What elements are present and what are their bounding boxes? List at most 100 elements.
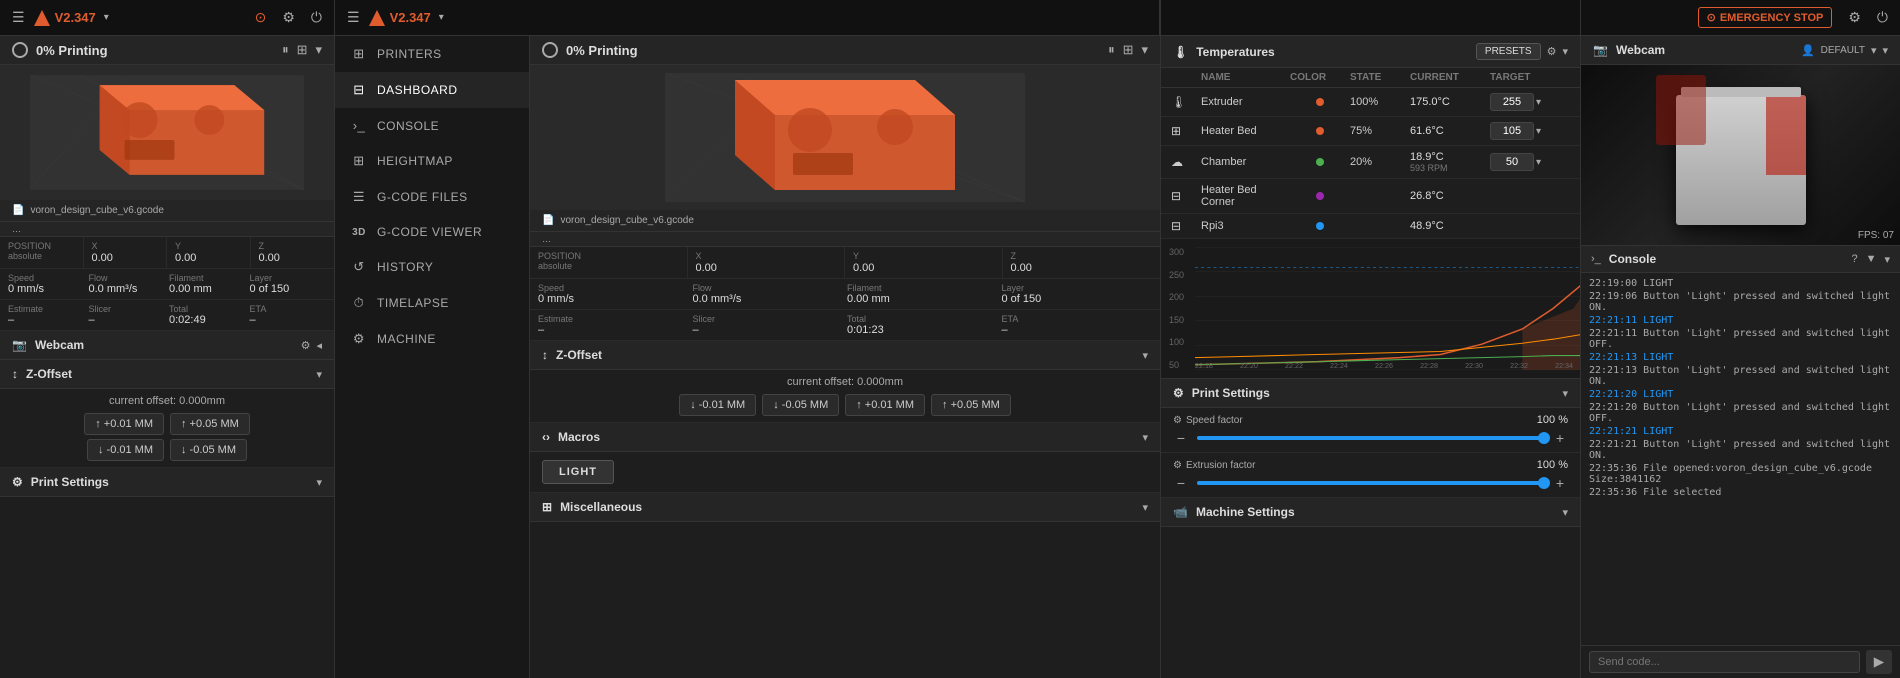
sidebar-item-heightmap[interactable]: ⊞ HEIGHTMAP (335, 143, 529, 179)
settings-icon-right[interactable]: ⚙ (1848, 9, 1861, 26)
extrusion-factor-icon: ⚙ (1173, 460, 1182, 471)
center-zoffset-plus-005[interactable]: ↑ +0.05 MM (931, 394, 1011, 416)
sidebar-item-timelapse[interactable]: ⏱ TIMELAPSE (335, 285, 529, 321)
sidebar-item-history[interactable]: ↺ HISTORY (335, 249, 529, 285)
print-settings-2-chevron[interactable]: ▾ (1562, 387, 1568, 400)
emergency-stop-button[interactable]: ⊙ EMERGENCY STOP (1698, 7, 1833, 28)
printers-icon: ⊞ (351, 46, 367, 62)
sidebar-item-gcode-files[interactable]: ☰ G-CODE FILES (335, 179, 529, 215)
console-filter-icon[interactable]: ▼ (1866, 253, 1877, 265)
macros-chevron[interactable]: ▾ (1142, 431, 1148, 444)
zoffset-plus-005[interactable]: ↑ +0.05 MM (170, 413, 250, 435)
settings-icon[interactable]: ⚙ (282, 9, 295, 26)
sidebar-item-console[interactable]: ›_ CONSOLE (335, 108, 529, 143)
center-metrics: Speed 0 mm/s Flow 0.0 mm³/s Filament 0.0… (530, 279, 1160, 310)
position-grid: Position absolute X 0.00 Y 0.00 Z 0.00 (0, 237, 334, 269)
version-chevron-2[interactable]: ▾ (439, 12, 444, 23)
zoffset-minus-005[interactable]: ↓ -0.05 MM (170, 439, 247, 461)
version-chevron[interactable]: ▾ (104, 12, 109, 23)
webcam-header-chevron[interactable]: ▾ (1882, 44, 1888, 57)
temps-settings-icon[interactable]: ⚙ (1547, 45, 1557, 58)
zoffset-chevron[interactable]: ▾ (316, 368, 322, 381)
console-log-line: 22:19:00 LIGHT (1589, 277, 1892, 290)
misc-header[interactable]: ⊞ Miscellaneous ▾ (530, 493, 1160, 522)
speed-factor-track[interactable] (1197, 436, 1544, 440)
console-input[interactable] (1589, 651, 1860, 673)
warning-icon: ⊙ (255, 9, 267, 26)
center-zoffset-minus-005[interactable]: ↓ -0.05 MM (762, 394, 839, 416)
macros-header[interactable]: ‹› Macros ▾ (530, 423, 1160, 452)
print-settings-header[interactable]: ⚙ Print Settings ▾ (0, 468, 334, 497)
center-zoffset-plus-001[interactable]: ↑ +0.01 MM (845, 394, 925, 416)
center-status-circle (542, 42, 558, 58)
zoffset-minus-001[interactable]: ↓ -0.01 MM (87, 439, 164, 461)
svg-text:22:20: 22:20 (1240, 362, 1258, 370)
webcam-collapse-icon[interactable]: ◂ (316, 339, 322, 352)
extrusion-factor-row: ⚙ Extrusion factor 100 % − + (1161, 453, 1580, 498)
zoffset-section-header[interactable]: ↕ Z-Offset ▾ (0, 360, 334, 389)
sidebar-toggle[interactable]: ☰ (347, 9, 360, 26)
presets-button[interactable]: PRESETS (1476, 43, 1541, 60)
webcam-header[interactable]: 📷 Webcam 👤 DEFAULT ▾ ▾ (1581, 36, 1900, 65)
power-icon[interactable]: ⏻ (311, 9, 322, 26)
temps-section-header[interactable]: 🌡 Temperatures PRESETS ⚙ ▾ (1161, 36, 1580, 68)
sidebar-item-printers[interactable]: ⊞ PRINTERS (335, 36, 529, 72)
power-icon-right[interactable]: ⏻ (1877, 9, 1888, 26)
extrusion-factor-track[interactable] (1197, 481, 1544, 485)
print-status-bar: 0% Printing ⏸ ⊞ ▾ (0, 36, 334, 65)
z-label: Z (259, 241, 327, 251)
extruder-target-input[interactable] (1490, 93, 1534, 111)
print-settings-chevron[interactable]: ▾ (316, 476, 322, 489)
chevron-btn[interactable]: ▾ (315, 42, 322, 58)
webcam-section-header[interactable]: 📷 Webcam ⚙ ◂ (0, 331, 334, 360)
misc-chevron[interactable]: ▾ (1142, 501, 1148, 514)
chamber-target-input[interactable] (1490, 153, 1534, 171)
temps-chevron[interactable]: ▾ (1562, 45, 1568, 58)
center-zoffset-chevron[interactable]: ▾ (1142, 349, 1148, 362)
grid-btn[interactable]: ⊞ (297, 42, 308, 58)
light-macro-btn[interactable]: LIGHT (542, 460, 614, 484)
center-zoffset-minus-001[interactable]: ↓ -0.01 MM (679, 394, 756, 416)
speed-minus-btn[interactable]: − (1173, 430, 1189, 446)
webcam-default-chevron[interactable]: ▾ (1871, 44, 1877, 57)
metrics-row: Speed 0 mm/s Flow 0.0 mm³/s Filament 0.0… (0, 269, 334, 300)
extrusion-plus-btn[interactable]: + (1552, 475, 1568, 491)
sidebar-item-gcode-viewer[interactable]: 3D G-CODE VIEWER (335, 215, 529, 249)
zoffset-content: current offset: 0.000mm ↑ +0.01 MM ↑ +0.… (0, 389, 334, 468)
hamburger-icon[interactable]: ☰ (12, 9, 25, 26)
console-help-icon[interactable]: ? (1851, 253, 1857, 265)
center-chevron-btn[interactable]: ▾ (1141, 42, 1148, 58)
fps-badge: FPS: 07 (1858, 230, 1894, 241)
center-grid-btn[interactable]: ⊞ (1123, 42, 1134, 58)
machine-settings-header[interactable]: 📹 Machine Settings ▾ (1161, 498, 1580, 527)
sidebar-item-machine[interactable]: ⚙ MACHINE (335, 321, 529, 357)
console-expand-icon[interactable]: ▾ (1884, 253, 1890, 266)
console-log-line: 22:21:21 LIGHT (1589, 425, 1892, 438)
center-thumbnail (530, 65, 1160, 210)
sidebar-item-dashboard[interactable]: ⊟ DASHBOARD (335, 72, 529, 108)
speed-plus-btn[interactable]: + (1552, 430, 1568, 446)
speed-factor-icon: ⚙ (1173, 415, 1182, 426)
pause-btn[interactable]: ⏸ (282, 42, 289, 58)
console-icon: ›_ (351, 118, 367, 133)
center-print-status: 0% Printing ⏸ ⊞ ▾ (530, 36, 1160, 65)
print-status-text: 0% Printing (36, 43, 108, 58)
console-send-button[interactable]: ▶ (1866, 650, 1892, 674)
sidebar-nav: ⊞ PRINTERS ⊟ DASHBOARD ›_ CONSOLE ⊞ HEIG… (335, 36, 530, 678)
machine-settings-chevron[interactable]: ▾ (1562, 506, 1568, 519)
extrusion-minus-btn[interactable]: − (1173, 475, 1189, 491)
heightmap-icon: ⊞ (351, 153, 367, 169)
heater-bed-target-input[interactable] (1490, 122, 1534, 140)
app-logo: V2.347 (33, 9, 96, 27)
center-file-icon: 📄 (542, 215, 554, 226)
center-zoffset-content: current offset: 0.000mm ↓ -0.01 MM ↓ -0.… (530, 370, 1160, 423)
center-pause-btn[interactable]: ⏸ (1108, 42, 1115, 58)
console-log-line: 22:21:20 Button 'Light' pressed and swit… (1589, 401, 1892, 425)
center-zoffset-header[interactable]: ↕ Z-Offset ▾ (530, 341, 1160, 370)
zoffset-plus-001[interactable]: ↑ +0.01 MM (84, 413, 164, 435)
center-file-info: 📄 voron_design_cube_v6.gcode (530, 210, 1160, 232)
file-info: 📄 voron_design_cube_v6.gcode (0, 200, 334, 222)
webcam-settings-icon[interactable]: ⚙ (301, 339, 311, 352)
print-settings-section-header[interactable]: ⚙ Print Settings ▾ (1161, 379, 1580, 408)
emergency-icon: ⊙ (1707, 11, 1716, 24)
